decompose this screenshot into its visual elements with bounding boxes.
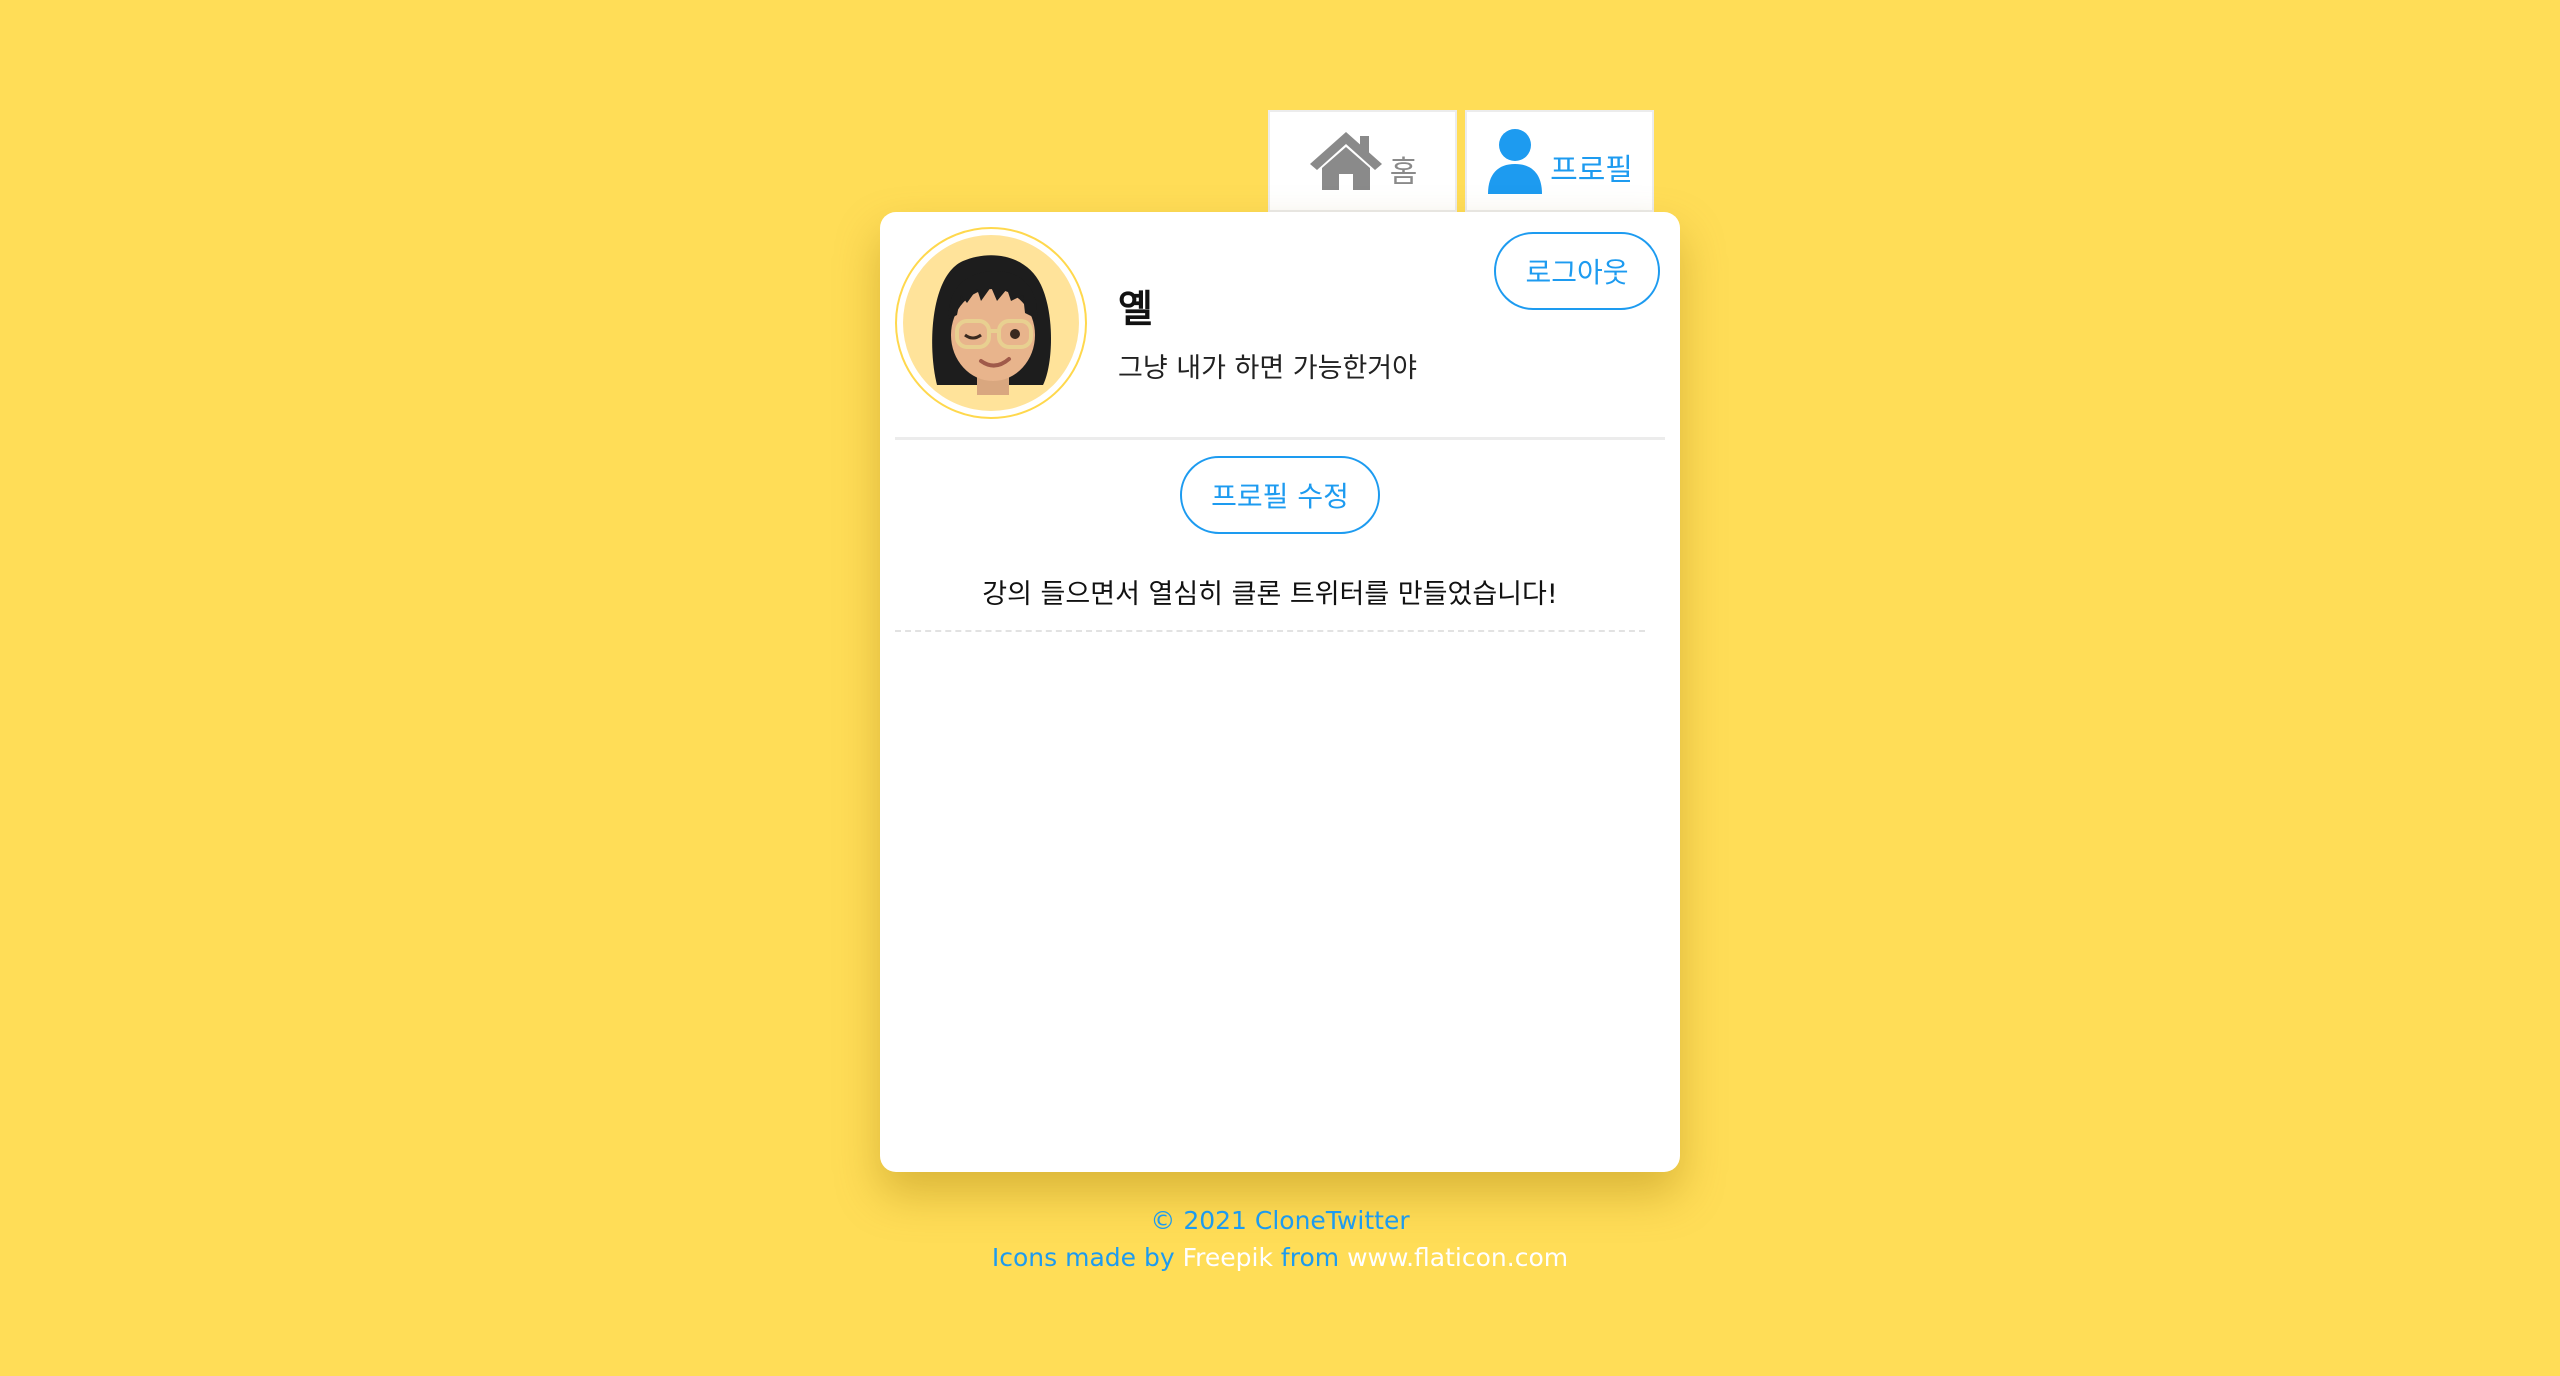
edit-profile-button[interactable]: 프로필 수정 — [1180, 456, 1380, 534]
freepik-link[interactable]: Freepik — [1183, 1243, 1273, 1272]
top-nav: 홈 프로필 — [1268, 110, 1654, 212]
footer-copyright: © 2021 CloneTwitter — [1150, 1206, 1410, 1235]
flaticon-link[interactable]: www.flaticon.com — [1347, 1243, 1568, 1272]
tweet-divider — [895, 630, 1645, 632]
nav-home-label: 홈 — [1389, 155, 1418, 190]
profile-bio: 그냥 내가 하면 가능한거야 — [1118, 353, 1417, 384]
footer: © 2021 CloneTwitter Icons made by Freepi… — [0, 1202, 2560, 1276]
home-icon — [1308, 130, 1384, 192]
nav-profile-label: 프로필 — [1550, 153, 1633, 188]
profile-divider — [895, 437, 1665, 440]
footer-icons-prefix: Icons made by — [991, 1243, 1175, 1272]
footer-credits: Icons made by Freepik from www.flaticon.… — [0, 1239, 2560, 1276]
logout-button[interactable]: 로그아웃 — [1494, 232, 1660, 310]
profile-card: 옐 그냥 내가 하면 가능한거야 로그아웃 프로필 수정 강의 들으면서 열심히… — [880, 212, 1680, 1172]
memoji-avatar — [903, 235, 1079, 411]
nav-profile-tab[interactable]: 프로필 — [1465, 110, 1654, 212]
tweet-text: 강의 들으면서 열심히 클론 트위터를 만들었습니다! — [982, 579, 1558, 610]
footer-from: from — [1280, 1243, 1340, 1272]
avatar-frame — [895, 227, 1087, 419]
avatar — [903, 235, 1079, 411]
profile-name: 옐 — [1118, 287, 1153, 331]
user-icon — [1486, 128, 1544, 194]
nav-home-tab[interactable]: 홈 — [1268, 110, 1457, 212]
